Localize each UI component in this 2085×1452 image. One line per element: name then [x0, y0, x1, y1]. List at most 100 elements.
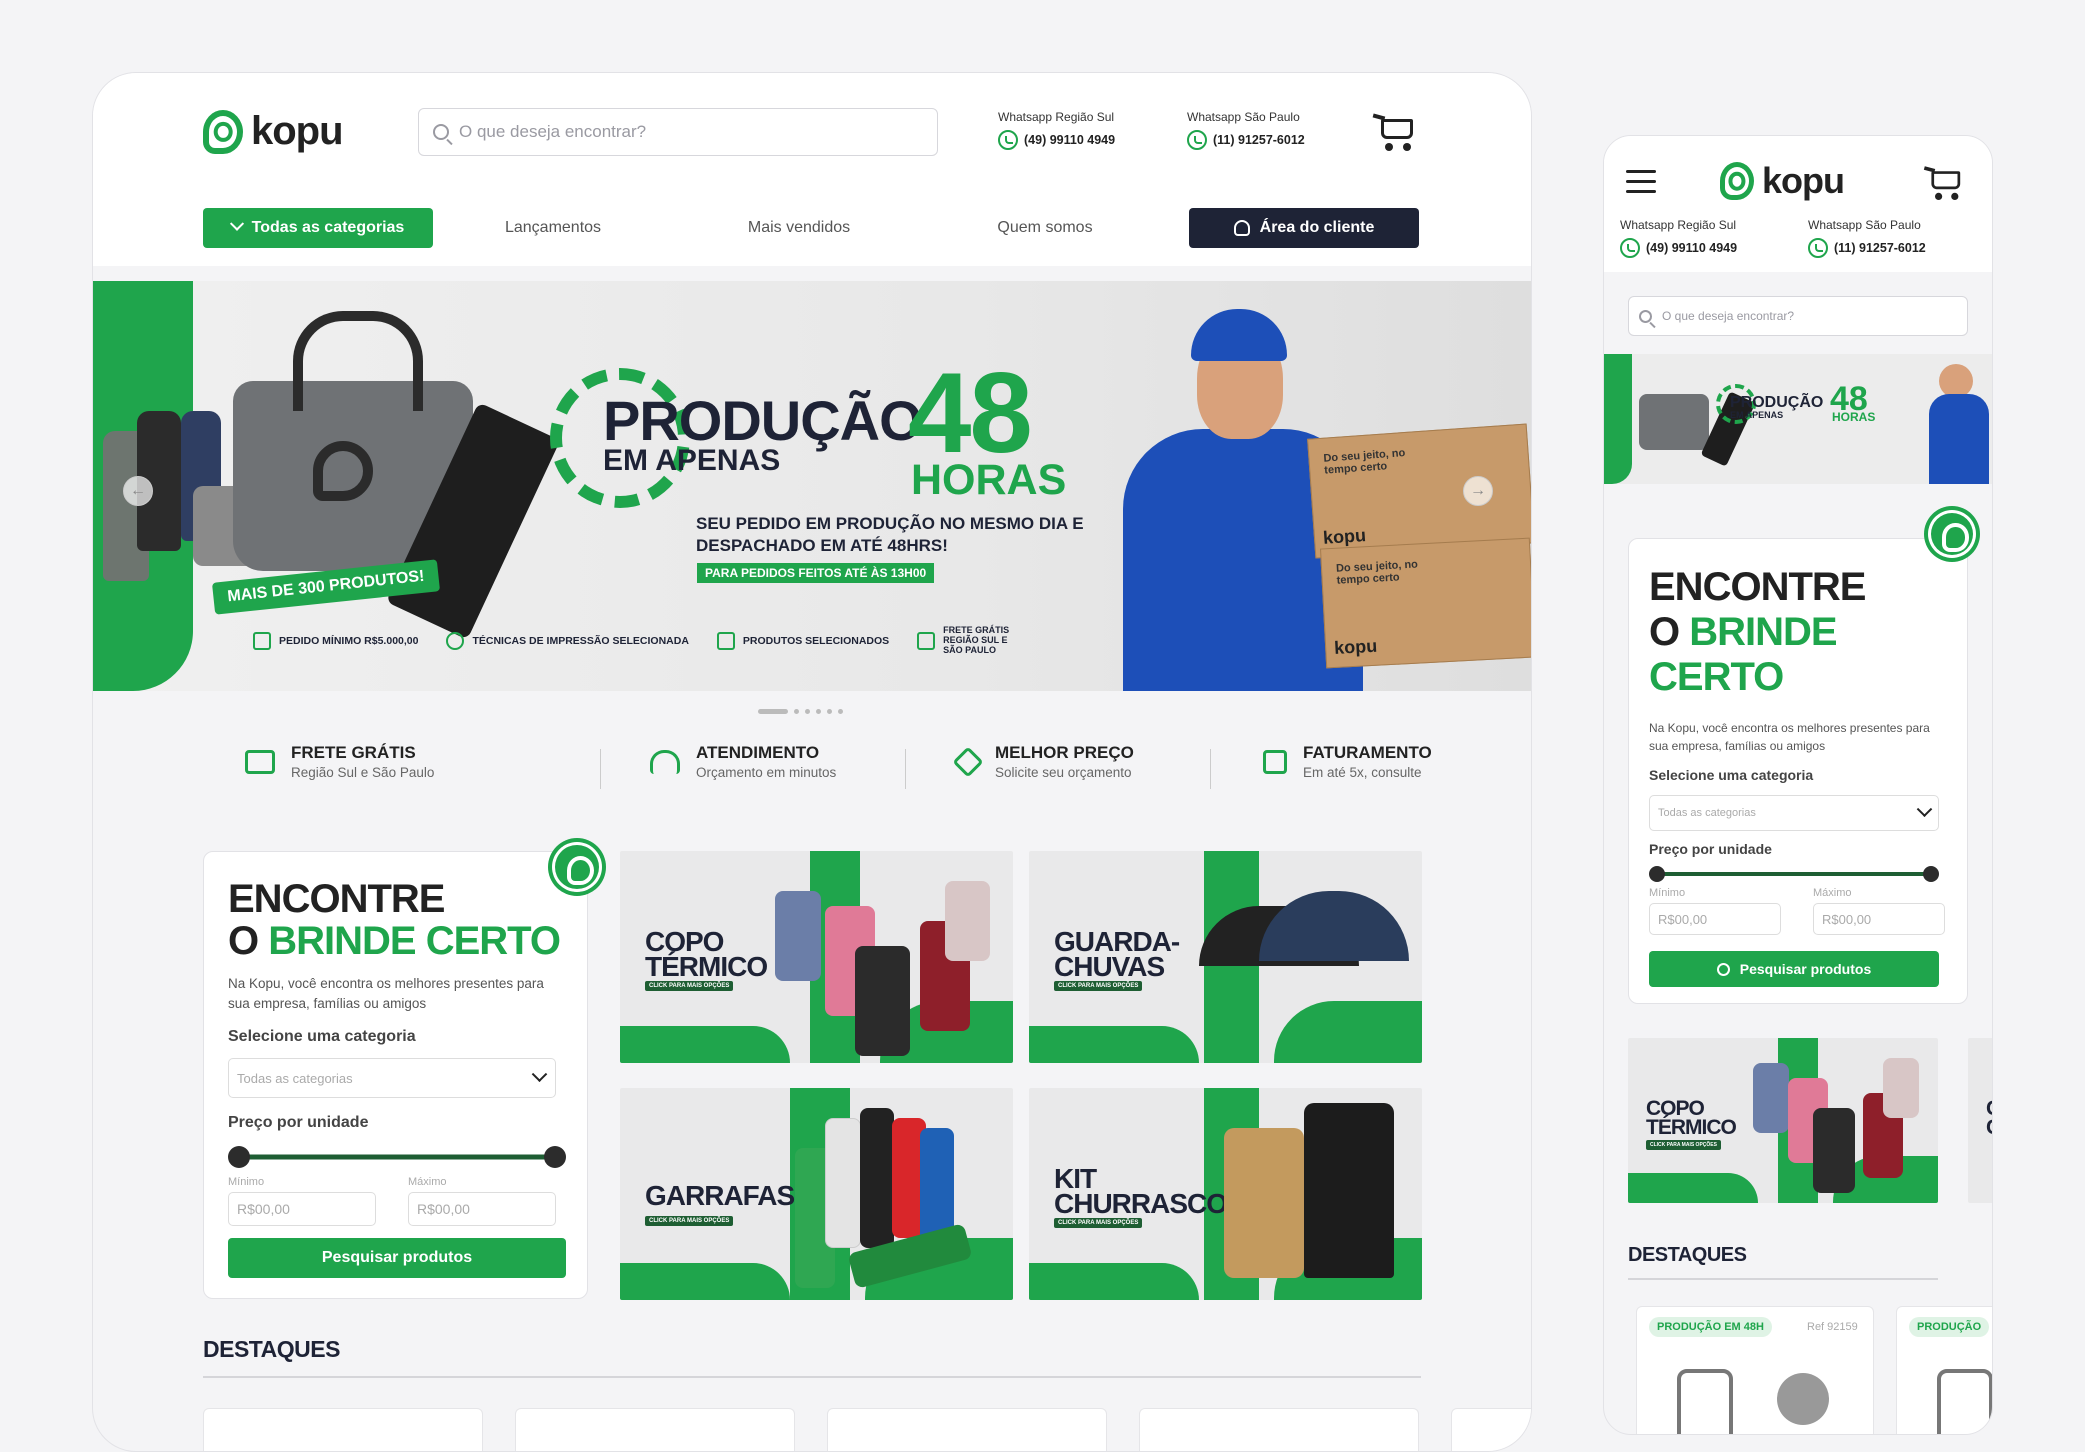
tumbler [775, 891, 821, 981]
tile-cta: CLICK PARA MAIS OPÇÕES [645, 1216, 734, 1226]
product-card[interactable] [515, 1408, 795, 1451]
nav-mais-vendidos[interactable]: Mais vendidos [719, 208, 879, 248]
kopu-logo[interactable]: kopu [203, 109, 344, 154]
search-icon [433, 124, 449, 140]
search-input[interactable]: O que deseja encontrar? [418, 108, 938, 156]
carousel-dot [827, 709, 832, 714]
cutting-board [1224, 1128, 1304, 1278]
banner-feature: TÉCNICAS DE IMPRESSÃO SELECIONADA [446, 631, 689, 650]
price-label: Preço por unidade [228, 1114, 369, 1131]
tile-cta: CLICK PARA MAIS OPÇÕES [645, 981, 734, 991]
category-tile-kit-churrasco[interactable]: KIT CHURRASCO CLICK PARA MAIS OPÇÕES [1029, 1088, 1422, 1300]
tile-green-shape [1029, 1026, 1199, 1063]
category-tile-copo[interactable]: COPO TÉRMICO CLICK PARA MAIS OPÇÕES [620, 851, 1013, 1063]
category-tile-copo[interactable]: COPO TÉRMICO CLICK PARA MAIS OPÇÕES [1628, 1038, 1938, 1203]
carousel-dot [805, 709, 810, 714]
chevron-down-icon [1916, 800, 1933, 817]
finder-title: ENCONTRE O BRINDE CERTO [228, 877, 561, 963]
highlights-title: DESTAQUES [203, 1336, 340, 1362]
tile-title-cut: GC [1986, 1098, 1992, 1138]
tile-green-shape [1274, 1001, 1422, 1063]
product-card[interactable] [1139, 1408, 1419, 1451]
tile-green-shape [1029, 1263, 1199, 1300]
banner-prev-arrow[interactable]: ← [123, 476, 153, 506]
banner-box: Do seu jeito, no tempo certo kopu [1320, 537, 1531, 669]
whatsapp-icon [998, 130, 1018, 150]
slider-max-handle[interactable] [1923, 866, 1939, 882]
banner-headline-2: EM APENAS [603, 444, 781, 477]
category-tile-garrafas[interactable]: GARRAFAS CLICK PARA MAIS OPÇÕES [620, 1088, 1013, 1300]
umbrella [1259, 891, 1409, 961]
category-tile-guarda-chuvas[interactable]: GUARDA- CHUVAS CLICK PARA MAIS OPÇÕES [1029, 851, 1422, 1063]
kopu-logo[interactable]: kopu [1720, 160, 1845, 202]
kopu-seal-icon [1924, 506, 1980, 562]
production-badge: PRODUÇÃO EM 48H [1649, 1317, 1772, 1337]
search-icon [1716, 962, 1730, 976]
slider-max-handle[interactable] [544, 1146, 566, 1168]
min-price-input[interactable]: R$00,00 [228, 1192, 376, 1226]
search-products-button[interactable]: Pesquisar produtos [1649, 951, 1939, 987]
tile-green-shape [620, 1026, 790, 1063]
finder-description: Na Kopu, você encontra os melhores prese… [228, 976, 544, 1012]
desktop-view: kopu O que deseja encontrar? Whatsapp Re… [92, 72, 1532, 1452]
cart-icon[interactable] [1372, 111, 1417, 151]
whatsapp-icon [1808, 238, 1828, 258]
carousel-dot-active [758, 709, 788, 714]
price-range-slider[interactable] [1649, 865, 1939, 883]
client-area-label: Área do cliente [1259, 219, 1375, 236]
max-price-input[interactable]: R$00,00 [1813, 903, 1945, 935]
slider-min-handle[interactable] [228, 1146, 250, 1168]
slider-min-handle[interactable] [1649, 866, 1665, 882]
max-price-input[interactable]: R$00,00 [408, 1192, 556, 1226]
headset-icon [650, 749, 680, 774]
nav-lancamentos[interactable]: Lançamentos [473, 208, 633, 248]
category-tile-next[interactable]: GC [1968, 1038, 1992, 1203]
whatsapp-sul-label: Whatsapp Região Sul [998, 110, 1115, 124]
nav-quem-somos[interactable]: Quem somos [965, 208, 1125, 248]
hero-banner[interactable]: MAIS DE 300 PRODUTOS! PRODUÇÃO EM APENAS… [93, 281, 1531, 691]
client-area-button[interactable]: Área do cliente [1189, 208, 1419, 248]
kopu-logo-icon [203, 109, 243, 154]
search-products-button[interactable]: Pesquisar produtos [228, 1238, 566, 1278]
gift-finder-card: ENCONTRE O BRINDE CERTO Na Kopu, você enc… [203, 851, 588, 1299]
divider [600, 749, 601, 789]
product-ref: Ref 92159 [1807, 1321, 1858, 1333]
product-card[interactable]: PRODUÇÃO [1896, 1306, 1992, 1434]
product-card[interactable] [1451, 1408, 1531, 1451]
product-card[interactable] [203, 1408, 483, 1451]
tile-green-shape [620, 1263, 790, 1300]
bottle [825, 1118, 861, 1248]
tile-title: COPO TÉRMICO [645, 926, 768, 983]
banner-next-arrow[interactable]: → [1463, 476, 1493, 506]
truck-icon [245, 749, 275, 774]
whatsapp-sp[interactable]: Whatsapp São Paulo (11) 91257-6012 [1187, 110, 1305, 150]
bottle [860, 1108, 894, 1248]
product-card[interactable] [827, 1408, 1107, 1451]
benefit-preco: MELHOR PREÇO Solicite seu orçamento [952, 743, 1134, 780]
menu-icon[interactable] [1626, 170, 1656, 200]
gift-finder-card: ENCONTRE O BRINDE CERTO Na Kopu, você enco… [1628, 538, 1968, 1004]
category-select[interactable]: Todas as categorias [1649, 795, 1939, 831]
tile-cta: CLICK PARA MAIS OPÇÕES [1054, 1218, 1143, 1228]
banner-big-unit: HORAS [911, 456, 1067, 504]
whatsapp-sul[interactable]: Whatsapp Região Sul (49) 99110 4949 [998, 110, 1115, 150]
chevron-down-icon [229, 216, 244, 231]
tumbler [945, 881, 990, 961]
whatsapp-sp[interactable]: Whatsapp São Paulo (11) 91257-6012 [1808, 218, 1926, 258]
banner-features: PEDIDO MÍNIMO R$5.000,00 TÉCNICAS DE IMP… [253, 625, 1013, 656]
finder-title: ENCONTRE O BRINDE CERTO [1649, 565, 1866, 699]
min-price-input[interactable]: R$00,00 [1649, 903, 1781, 935]
tile-title: KIT CHURRASCO [1054, 1163, 1228, 1220]
hero-banner[interactable]: PRODUÇÃO EM APENAS 48 HORAS [1604, 354, 1992, 484]
product-card[interactable]: PRODUÇÃO EM 48H Ref 92159 [1636, 1306, 1874, 1434]
price-range-slider[interactable] [228, 1144, 566, 1170]
whatsapp-icon [1620, 238, 1640, 258]
whatsapp-sul[interactable]: Whatsapp Região Sul (49) 99110 4949 [1620, 218, 1737, 258]
category-select[interactable]: Todas as categorias [228, 1058, 556, 1098]
all-categories-button[interactable]: Todas as categorias [203, 208, 433, 248]
search-placeholder: O que deseja encontrar? [459, 122, 647, 141]
cart-icon[interactable] [1923, 164, 1964, 200]
carousel-dots[interactable] [758, 709, 843, 714]
tile-cta: CLICK PARA MAIS OPÇÕES [1054, 981, 1143, 991]
search-input[interactable]: O que deseja encontrar? [1628, 296, 1968, 336]
